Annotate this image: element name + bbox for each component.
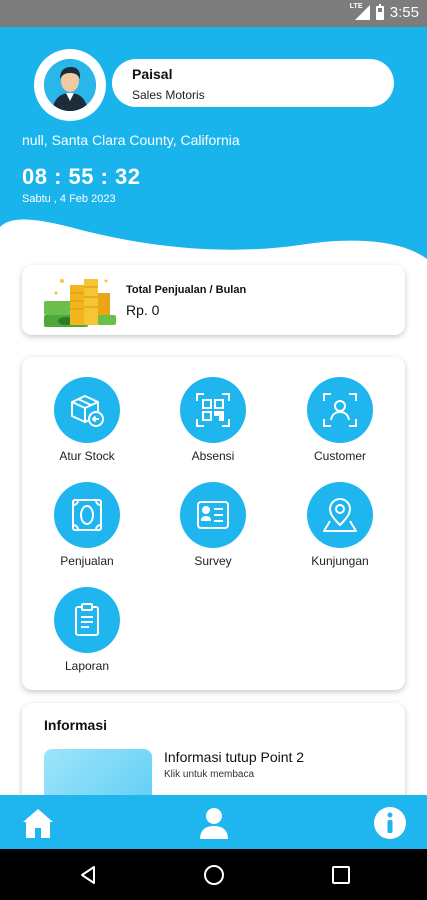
info-section-title: Informasi bbox=[44, 717, 108, 733]
current-location: null, Santa Clara County, California bbox=[22, 132, 240, 148]
menu-label: Atur Stock bbox=[59, 449, 115, 463]
survey-form-icon bbox=[180, 482, 246, 548]
battery-icon bbox=[375, 3, 384, 20]
menu-label: Laporan bbox=[64, 659, 110, 673]
menu-label: Kunjungan bbox=[311, 554, 369, 568]
system-navigation-bar bbox=[0, 849, 427, 900]
bottom-navigation bbox=[0, 795, 427, 849]
profile-icon[interactable] bbox=[196, 805, 232, 841]
money-stack-icon bbox=[44, 279, 116, 327]
sales-title: Total Penjualan / Bulan bbox=[126, 284, 247, 296]
profile-role: Sales Motoris bbox=[132, 88, 205, 102]
menu-penjualan[interactable]: Penjualan bbox=[32, 482, 142, 577]
profile-info-pill[interactable]: Paisal Sales Motoris bbox=[112, 59, 394, 107]
menu-absensi[interactable]: Absensi bbox=[158, 377, 268, 472]
status-bar: LTE 3:55 bbox=[0, 0, 427, 27]
current-date: Sabtu , 4 Feb 2023 bbox=[22, 193, 116, 205]
menu-customer[interactable]: Customer bbox=[285, 377, 395, 472]
avatar-frame[interactable] bbox=[34, 49, 106, 121]
stock-box-icon bbox=[54, 377, 120, 443]
current-time: 08 : 55 : 32 bbox=[22, 164, 141, 189]
user-avatar-icon bbox=[44, 59, 96, 111]
menu-label: Survey bbox=[194, 554, 232, 568]
menu-kunjungan[interactable]: Kunjungan bbox=[285, 482, 395, 577]
menu-atur-stock[interactable]: Atur Stock bbox=[32, 377, 142, 472]
clipboard-icon bbox=[54, 587, 120, 653]
info-icon[interactable] bbox=[372, 805, 408, 841]
signal-icon: LTE bbox=[350, 3, 370, 20]
cash-note-icon bbox=[54, 482, 120, 548]
profile-name: Paisal bbox=[132, 66, 173, 82]
menu-label: Customer bbox=[313, 449, 366, 463]
qr-scan-icon bbox=[180, 377, 246, 443]
home-circle-icon[interactable] bbox=[202, 863, 226, 887]
info-subtitle[interactable]: Klik untuk membaca bbox=[164, 769, 254, 780]
monthly-sales-card[interactable]: Total Penjualan / Bulan Rp. 0 bbox=[22, 265, 405, 335]
info-headline[interactable]: Informasi tutup Point 2 bbox=[164, 749, 304, 765]
location-pin-icon bbox=[307, 482, 373, 548]
menu-label: Penjualan bbox=[60, 554, 114, 568]
menu-grid-card: Atur Stock Absensi Customer Penjualan Su… bbox=[22, 357, 405, 690]
status-clock: 3:55 bbox=[389, 4, 419, 21]
profile-header: Paisal Sales Motoris null, Santa Clara C… bbox=[0, 27, 427, 272]
menu-label: Absensi bbox=[191, 449, 235, 463]
recents-icon[interactable] bbox=[329, 863, 353, 887]
menu-laporan[interactable]: Laporan bbox=[32, 587, 142, 682]
customer-scan-icon bbox=[307, 377, 373, 443]
back-icon[interactable] bbox=[76, 863, 100, 887]
sales-value: Rp. 0 bbox=[126, 302, 160, 318]
menu-survey[interactable]: Survey bbox=[158, 482, 268, 577]
home-icon[interactable] bbox=[20, 805, 56, 841]
